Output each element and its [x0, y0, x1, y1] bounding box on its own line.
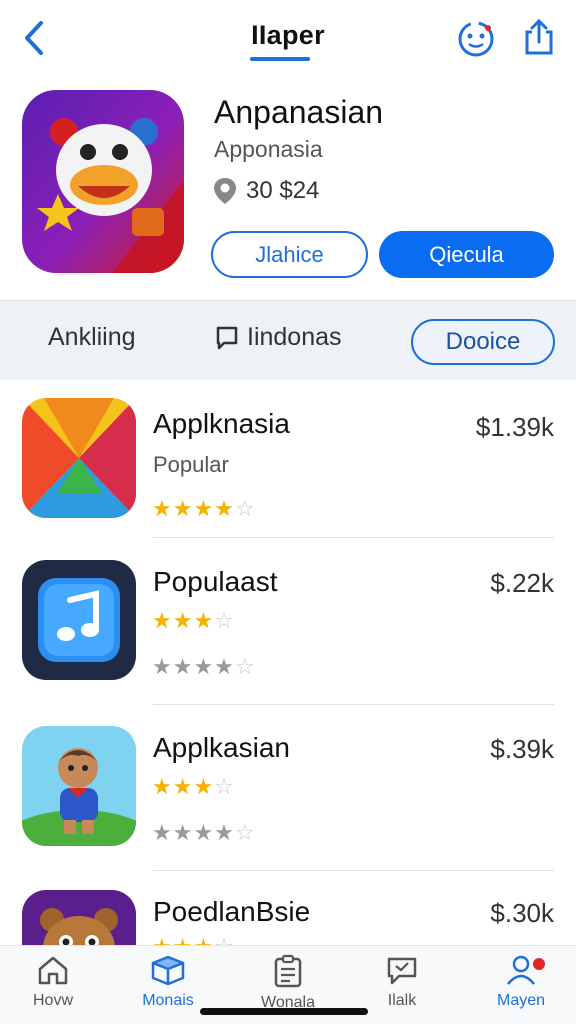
secondary-star-rating: ★★★★☆	[152, 820, 256, 845]
app-meta-text: 30 $24	[246, 177, 320, 204]
star-rating: ★★★☆	[152, 774, 235, 799]
smiley-icon	[458, 21, 494, 57]
clipboard-icon	[274, 954, 302, 988]
list-item-name: PoedlanBsie	[153, 896, 311, 927]
category-tabs: Ankliing Iindonas Dooice	[0, 300, 576, 380]
home-indicator	[200, 1008, 368, 1015]
tab-bar-item-home[interactable]: Hovw	[3, 954, 103, 1020]
tab-bar-label: Monais	[142, 992, 194, 1009]
app-developer: Apponasia	[214, 136, 323, 162]
home-icon	[38, 956, 68, 985]
star-rating: ★★★★☆	[152, 496, 256, 521]
tab-ankliing[interactable]: Ankliing	[48, 323, 136, 352]
person-icon	[507, 955, 535, 985]
tab-bar-label: Mayen	[496, 992, 546, 1009]
tab-bar-item-mayen[interactable]: Mayen	[471, 954, 571, 1020]
app-title: Anpanasian	[214, 94, 384, 130]
tab-bar-label: Ilalk	[387, 992, 417, 1009]
share-button[interactable]	[518, 16, 560, 58]
list-item[interactable]: Populaast $.22k ★★★☆ ★★★★☆	[0, 550, 576, 716]
share-icon	[525, 18, 553, 55]
star-rating: ★★★☆	[152, 608, 235, 633]
list-item-name: Applknasia	[153, 408, 290, 439]
list-item-price: $1.39k	[475, 412, 554, 442]
clown-duck-app-icon	[22, 90, 184, 273]
colorful-triangle-app-icon	[22, 398, 136, 518]
cartoon-boy-app-icon	[22, 726, 136, 846]
notification-badge	[533, 958, 545, 970]
title-underline	[250, 57, 310, 61]
list-item-price: $.39k	[490, 734, 554, 764]
music-note-app-icon	[22, 560, 136, 680]
list-item-category: Popular	[153, 452, 229, 477]
tab-dooice[interactable]: Dooice	[411, 319, 555, 365]
box-icon	[151, 955, 185, 986]
tab-iindonas-label: Iindonas	[247, 323, 342, 351]
list-item[interactable]: Applkasian $.39k ★★★☆ ★★★★☆	[0, 716, 576, 882]
app-meta: 30 $24	[212, 176, 319, 206]
secondary-action-button[interactable]: Jlahice	[211, 231, 368, 278]
location-pin-icon	[214, 178, 236, 204]
list-item-name: Applkasian	[153, 732, 290, 763]
tab-iindonas[interactable]: Iindonas	[215, 323, 342, 352]
row-divider	[153, 537, 554, 538]
tab-bar-label: Hovw	[32, 992, 73, 1009]
row-divider	[153, 870, 554, 871]
list-item-name: Populaast	[153, 566, 278, 597]
secondary-star-rating: ★★★★☆	[152, 654, 256, 679]
primary-action-button[interactable]: Qiecula	[379, 231, 554, 278]
top-navigation-bar: IIaper	[0, 0, 576, 80]
list-item[interactable]: Applknasia Popular $1.39k ★★★★☆	[0, 390, 576, 556]
profile-button[interactable]	[455, 18, 497, 60]
featured-app-header: Anpanasian Apponasia 30 $24 Jlahice Qiec…	[0, 80, 576, 296]
list-item-price: $.22k	[490, 568, 554, 598]
chat-bubble-icon	[216, 326, 238, 349]
list-item-price: $.30k	[490, 898, 554, 928]
chat-icon	[387, 957, 417, 985]
row-divider	[153, 704, 554, 705]
